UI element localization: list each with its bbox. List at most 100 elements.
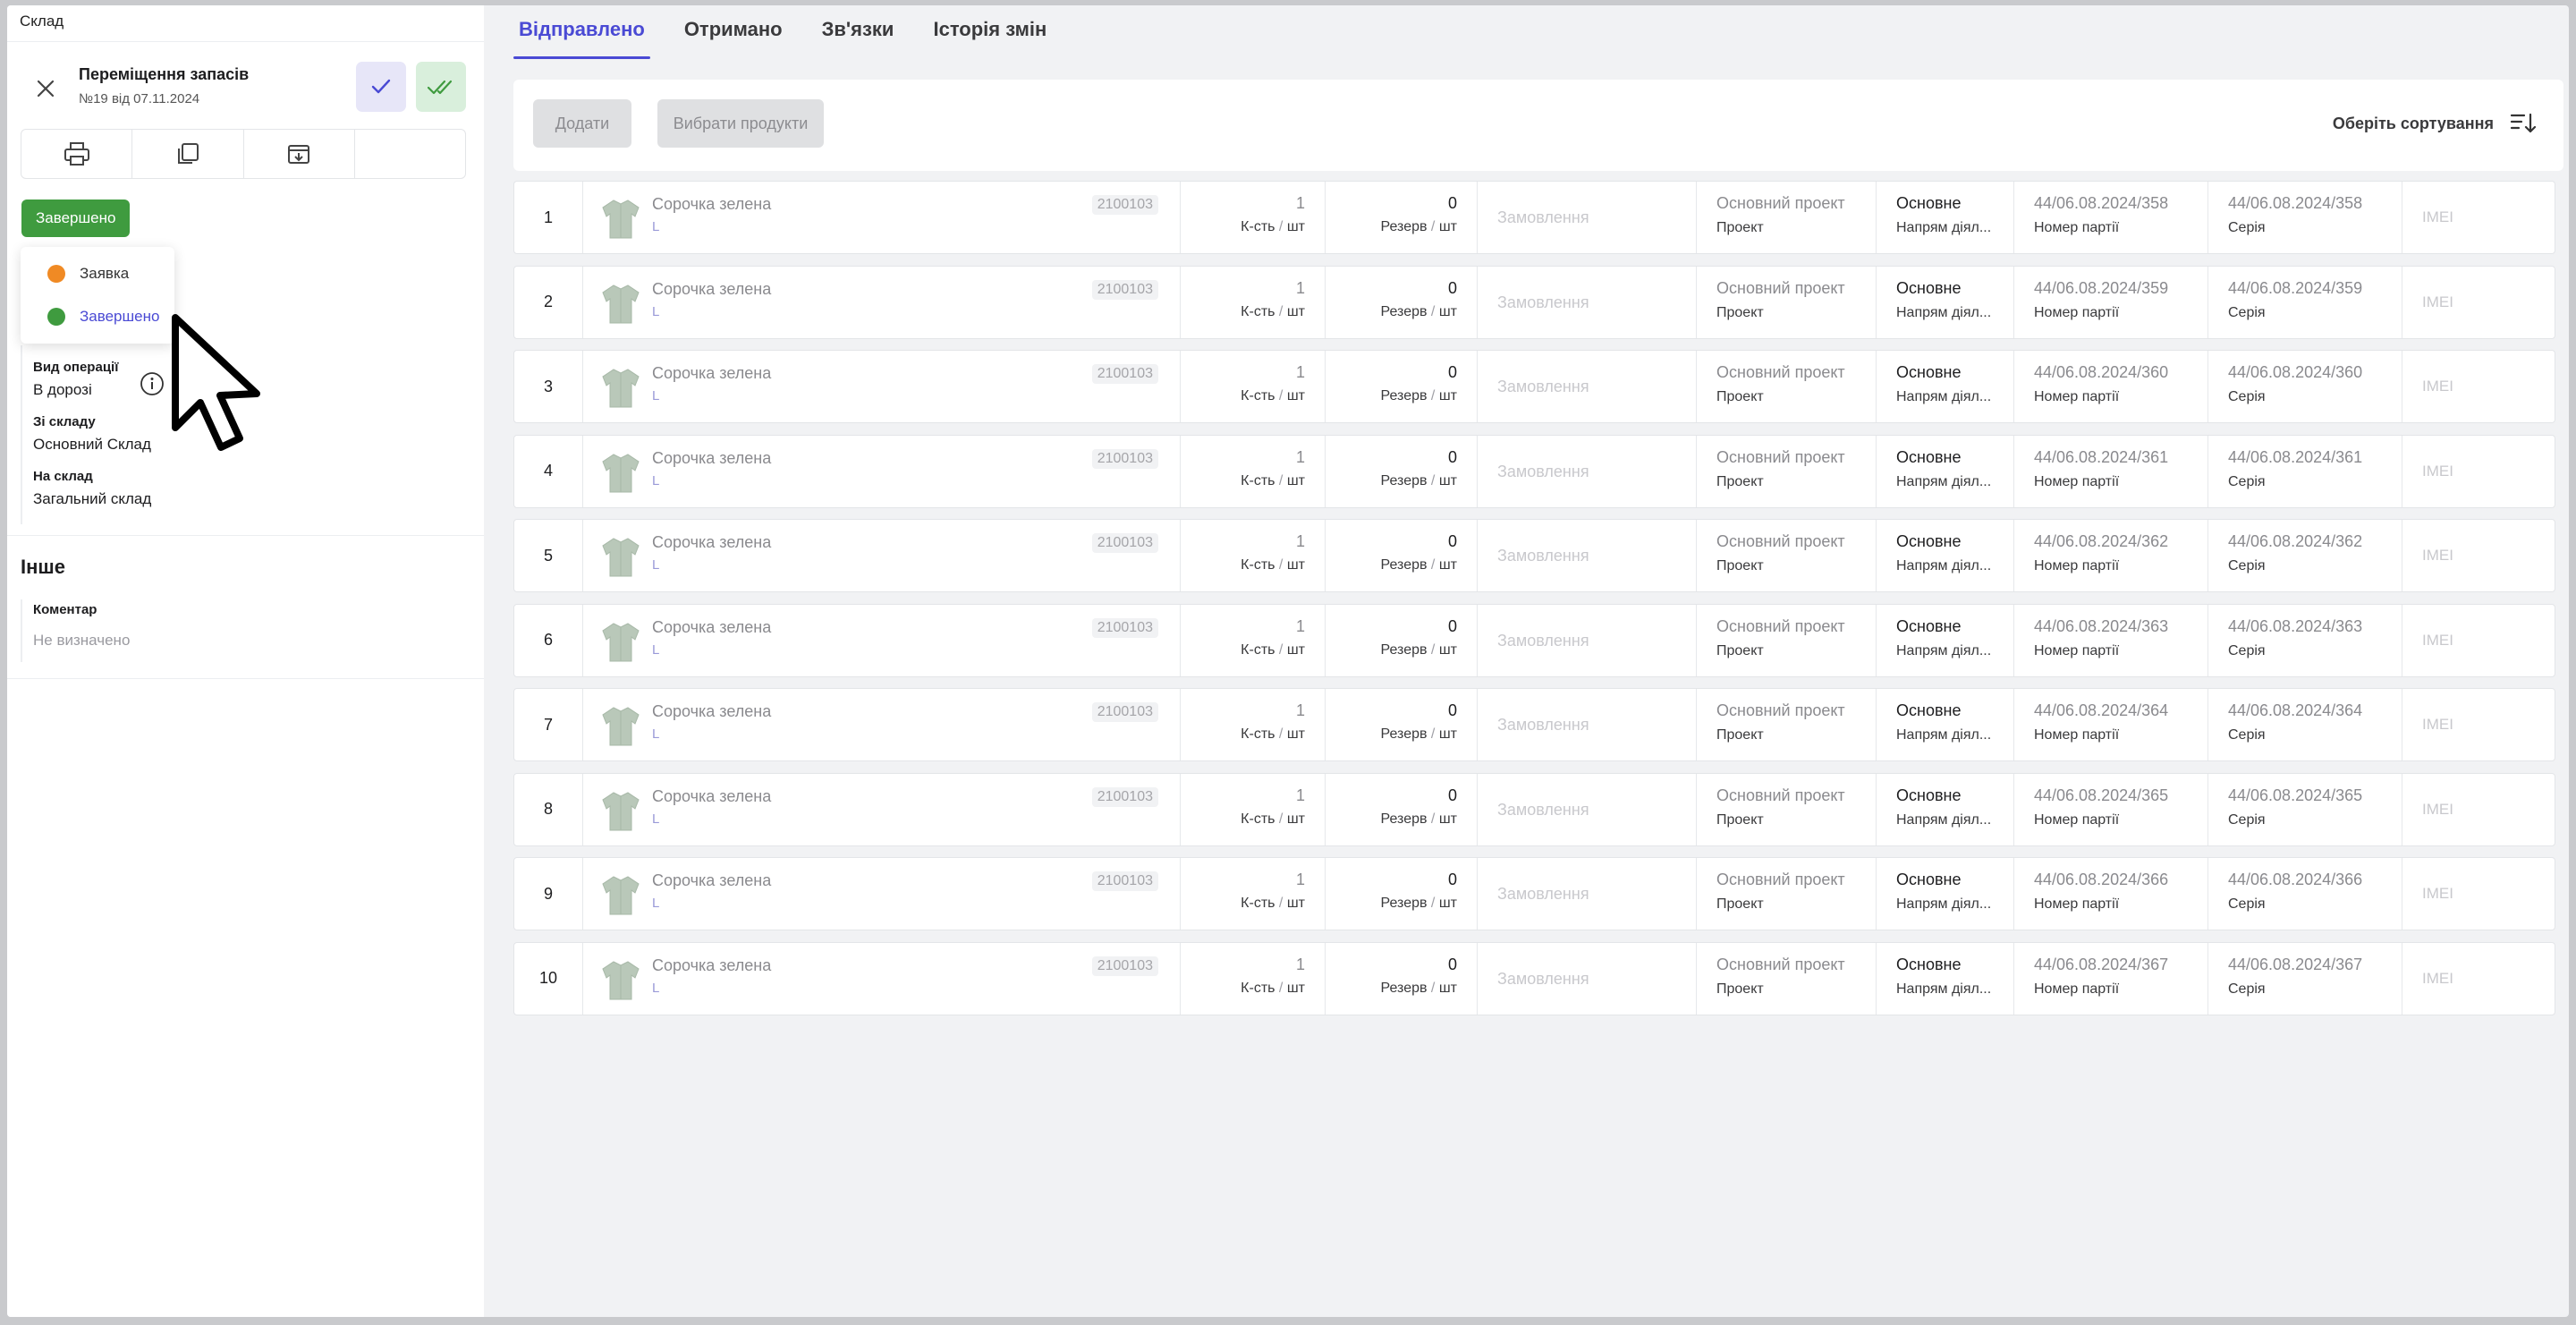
- product-cell[interactable]: Сорочка зелена L 2100103: [583, 773, 1181, 845]
- batch-cell[interactable]: 44/06.08.2024/364 Номер партії: [2014, 689, 2208, 760]
- add-button[interactable]: Додати: [533, 99, 631, 148]
- table-row[interactable]: 7 Сорочка зелена L 2100103 1 К-сть / шт …: [513, 688, 2555, 761]
- table-row[interactable]: 3 Сорочка зелена L 2100103 1 К-сть / шт …: [513, 350, 2555, 423]
- quantity-cell[interactable]: 1 К-сть / шт: [1181, 689, 1326, 760]
- imei-cell[interactable]: IMEI: [2402, 605, 2556, 676]
- table-row[interactable]: 4 Сорочка зелена L 2100103 1 К-сть / шт …: [513, 434, 2556, 508]
- quantity-cell[interactable]: 1 К-сть / шт: [1181, 604, 1326, 676]
- product-cell[interactable]: Сорочка зелена L 2100103: [583, 435, 1181, 507]
- breadcrumb[interactable]: Склад: [20, 13, 64, 30]
- project-cell[interactable]: Основний проект Проект: [1697, 942, 1877, 1015]
- direction-cell[interactable]: Основне Напрям діял...: [1877, 435, 2014, 507]
- imei-cell[interactable]: IMEI: [2402, 267, 2556, 338]
- series-cell[interactable]: 44/06.08.2024/367 Серія: [2208, 942, 2402, 1015]
- imei-cell[interactable]: IMEI: [2402, 943, 2556, 1015]
- quantity-cell[interactable]: 1 К-сть / шт: [1181, 858, 1326, 930]
- direction-cell[interactable]: Основне Напрям діял...: [1877, 773, 2014, 845]
- to-warehouse-value[interactable]: Загальний склад: [33, 490, 151, 508]
- batch-cell[interactable]: 44/06.08.2024/361 Номер партії: [2014, 435, 2208, 507]
- reserve-cell[interactable]: 0 Резерв / шт: [1326, 182, 1478, 253]
- order-cell[interactable]: Замовлення: [1478, 266, 1697, 338]
- status-option-request[interactable]: Заявка: [21, 253, 174, 294]
- quantity-cell[interactable]: 1 К-сть / шт: [1181, 182, 1326, 253]
- series-cell[interactable]: 44/06.08.2024/365 Серія: [2208, 773, 2402, 845]
- from-warehouse-value[interactable]: Основний Склад: [33, 436, 151, 454]
- reserve-cell[interactable]: 0 Резерв / шт: [1326, 351, 1478, 422]
- order-cell[interactable]: Замовлення: [1478, 689, 1697, 760]
- order-cell[interactable]: Замовлення: [1478, 942, 1697, 1015]
- reserve-cell[interactable]: 0 Резерв / шт: [1326, 266, 1478, 338]
- series-cell[interactable]: 44/06.08.2024/360 Серія: [2208, 351, 2402, 422]
- series-cell[interactable]: 44/06.08.2024/363 Серія: [2208, 604, 2402, 676]
- quantity-cell[interactable]: 1 К-сть / шт: [1181, 435, 1326, 507]
- table-row[interactable]: 8 Сорочка зелена L 2100103 1 К-сть / шт …: [513, 772, 2555, 846]
- series-cell[interactable]: 44/06.08.2024/362 Серія: [2208, 520, 2402, 591]
- quantity-cell[interactable]: 1 К-сть / шт: [1181, 942, 1326, 1015]
- product-cell[interactable]: Сорочка зелена L 2100103: [583, 351, 1181, 422]
- imei-cell[interactable]: IMEI: [2402, 436, 2556, 507]
- table-row[interactable]: 9 Сорочка зелена L 2100103 1 К-сть / шт …: [513, 857, 2555, 930]
- reserve-cell[interactable]: 0 Резерв / шт: [1326, 858, 1478, 930]
- quantity-cell[interactable]: 1 К-сть / шт: [1181, 773, 1326, 845]
- imei-cell[interactable]: IMEI: [2402, 520, 2556, 591]
- close-icon[interactable]: [32, 75, 59, 102]
- order-cell[interactable]: Замовлення: [1478, 773, 1697, 845]
- reserve-cell[interactable]: 0 Резерв / шт: [1326, 604, 1478, 676]
- direction-cell[interactable]: Основне Напрям діял...: [1877, 858, 2014, 930]
- imei-cell[interactable]: IMEI: [2402, 689, 2556, 760]
- imei-cell[interactable]: IMEI: [2402, 858, 2556, 930]
- reserve-cell[interactable]: 0 Резерв / шт: [1326, 689, 1478, 760]
- series-cell[interactable]: 44/06.08.2024/359 Серія: [2208, 266, 2402, 338]
- table-row[interactable]: 2 Сорочка зелена L 2100103 1 К-сть / шт …: [513, 265, 2556, 339]
- direction-cell[interactable]: Основне Напрям діял...: [1877, 689, 2014, 760]
- confirm-button[interactable]: [356, 62, 406, 112]
- project-cell[interactable]: Основний проект Проект: [1697, 689, 1877, 760]
- direction-cell[interactable]: Основне Напрям діял...: [1877, 604, 2014, 676]
- project-cell[interactable]: Основний проект Проект: [1697, 773, 1877, 845]
- product-cell[interactable]: Сорочка зелена L 2100103: [583, 266, 1181, 338]
- project-cell[interactable]: Основний проект Проект: [1697, 858, 1877, 930]
- archive-button[interactable]: [244, 130, 355, 178]
- batch-cell[interactable]: 44/06.08.2024/359 Номер партії: [2014, 266, 2208, 338]
- table-row[interactable]: 6 Сорочка зелена L 2100103 1 К-сть / шт …: [513, 603, 2556, 677]
- project-cell[interactable]: Основний проект Проект: [1697, 604, 1877, 676]
- order-cell[interactable]: Замовлення: [1478, 858, 1697, 930]
- reserve-cell[interactable]: 0 Резерв / шт: [1326, 942, 1478, 1015]
- direction-cell[interactable]: Основне Напрям діял...: [1877, 351, 2014, 422]
- series-cell[interactable]: 44/06.08.2024/361 Серія: [2208, 435, 2402, 507]
- tab-links[interactable]: Зв'язки: [817, 5, 900, 59]
- status-option-completed[interactable]: Завершено: [21, 296, 174, 337]
- product-cell[interactable]: Сорочка зелена L 2100103: [583, 858, 1181, 930]
- imei-cell[interactable]: IMEI: [2402, 182, 2556, 253]
- tab-received[interactable]: Отримано: [679, 5, 788, 59]
- reserve-cell[interactable]: 0 Резерв / шт: [1326, 773, 1478, 845]
- quantity-cell[interactable]: 1 К-сть / шт: [1181, 266, 1326, 338]
- table-row[interactable]: 10 Сорочка зелена L 2100103 1 К-сть / шт…: [513, 941, 2556, 1015]
- table-row[interactable]: 5 Сорочка зелена L 2100103 1 К-сть / шт …: [513, 519, 2555, 592]
- batch-cell[interactable]: 44/06.08.2024/365 Номер партії: [2014, 773, 2208, 845]
- product-cell[interactable]: Сорочка зелена L 2100103: [583, 182, 1181, 253]
- imei-cell[interactable]: IMEI: [2402, 351, 2556, 422]
- table-row[interactable]: 1 Сорочка зелена L 2100103 1 К-сть / шт …: [513, 181, 2555, 254]
- print-button[interactable]: [21, 130, 133, 178]
- direction-cell[interactable]: Основне Напрям діял...: [1877, 182, 2014, 253]
- batch-cell[interactable]: 44/06.08.2024/363 Номер партії: [2014, 604, 2208, 676]
- sort-button[interactable]: Оберіть сортування: [2333, 112, 2537, 135]
- product-cell[interactable]: Сорочка зелена L 2100103: [583, 604, 1181, 676]
- project-cell[interactable]: Основний проект Проект: [1697, 351, 1877, 422]
- product-cell[interactable]: Сорочка зелена L 2100103: [583, 520, 1181, 591]
- project-cell[interactable]: Основний проект Проект: [1697, 435, 1877, 507]
- series-cell[interactable]: 44/06.08.2024/364 Серія: [2208, 689, 2402, 760]
- reserve-cell[interactable]: 0 Резерв / шт: [1326, 435, 1478, 507]
- series-cell[interactable]: 44/06.08.2024/358 Серія: [2208, 182, 2402, 253]
- project-cell[interactable]: Основний проект Проект: [1697, 182, 1877, 253]
- direction-cell[interactable]: Основне Напрям діял...: [1877, 942, 2014, 1015]
- copy-button[interactable]: [132, 130, 244, 178]
- order-cell[interactable]: Замовлення: [1478, 351, 1697, 422]
- select-products-button[interactable]: Вибрати продукти: [657, 99, 824, 148]
- tab-history[interactable]: Історія змін: [928, 5, 1052, 59]
- batch-cell[interactable]: 44/06.08.2024/360 Номер партії: [2014, 351, 2208, 422]
- order-cell[interactable]: Замовлення: [1478, 435, 1697, 507]
- reserve-cell[interactable]: 0 Резерв / шт: [1326, 520, 1478, 591]
- operation-type-value[interactable]: В дорозі: [33, 381, 92, 399]
